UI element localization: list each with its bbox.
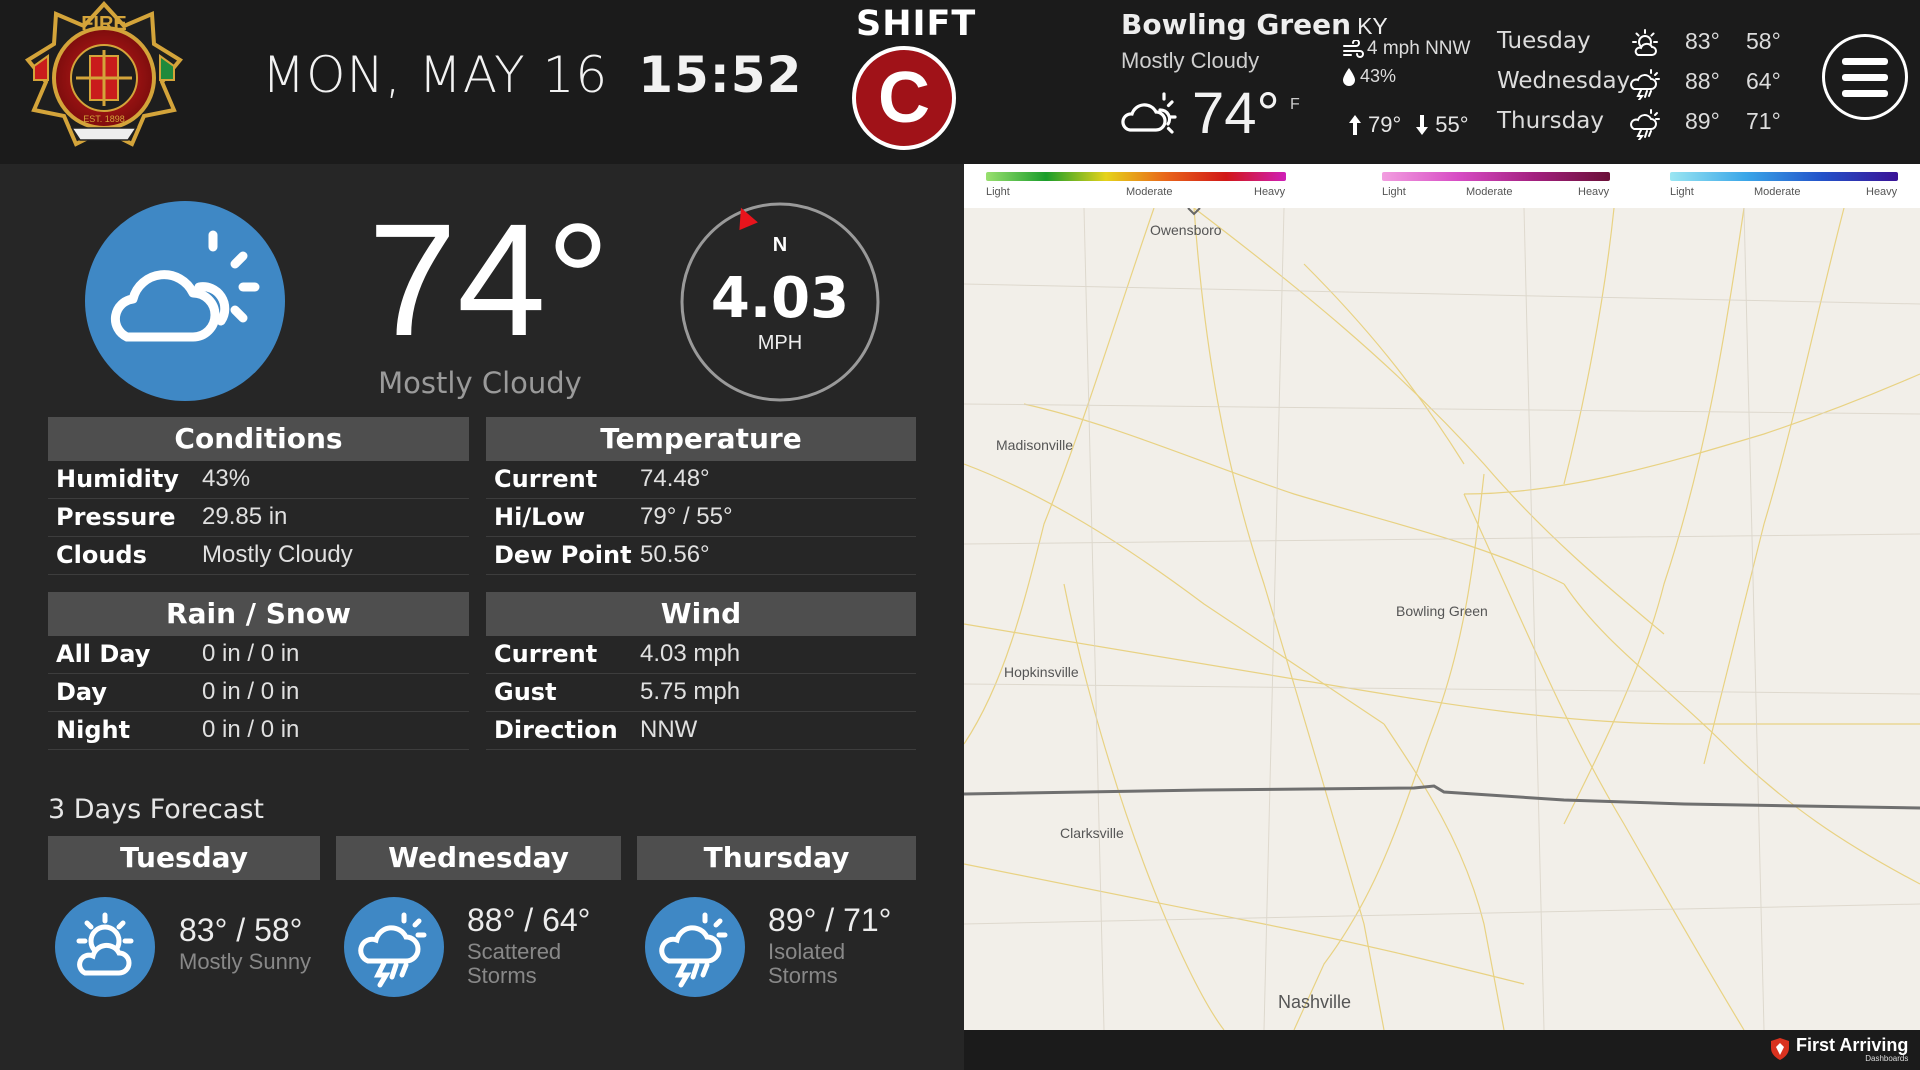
forecast-day-header: Thursday (637, 836, 916, 880)
table-row: Gust 5.75 mph (486, 674, 916, 712)
header-city: Bowling Green KY (1121, 8, 1388, 41)
date-time: MON, MAY 16 15:52 (262, 46, 802, 104)
wind-compass: N 4.03 MPH (676, 198, 884, 406)
compass-wind-speed: 4.03 (710, 266, 850, 331)
header-forecast-row: Wednesday 88° 64° (1497, 64, 1797, 104)
rain-snow-table: Rain / Snow All Day 0 in / 0 in Day 0 in /… (48, 592, 469, 750)
rain-legend: Light Moderate Heavy (986, 172, 1286, 202)
header-state: KY (1357, 13, 1388, 39)
table-row: Clouds Mostly Cloudy (48, 537, 469, 575)
forecast-temp: 89° / 71° (768, 902, 892, 938)
hamburger-menu-button[interactable] (1822, 34, 1908, 120)
header-forecast-row: Tuesday 83° 58° (1497, 24, 1797, 64)
table-row: Dew Point 50.56° (486, 537, 916, 575)
map-city-label: Hopkinsville (1004, 664, 1079, 680)
current-condition-text: Mostly Cloudy (378, 366, 582, 400)
conditions-table: Conditions Humidity 43% Pressure 29.85 in … (48, 417, 469, 575)
header-low: 55° (1435, 112, 1469, 137)
table-header: Rain / Snow (48, 592, 469, 636)
map-city-label: Bowling Green (1396, 603, 1488, 619)
table-header: Conditions (48, 417, 469, 461)
compass-wind-unit: MPH (757, 332, 803, 354)
table-row: Hi/Low 79° / 55° (486, 499, 916, 537)
forecast-condition: Scattered Storms (467, 939, 562, 988)
road-network (964, 207, 1920, 1030)
current-time: 15:52 (638, 46, 803, 104)
shift-label: SHIFT (856, 4, 977, 44)
header-temperature: 74° (1192, 81, 1280, 146)
forecast-title: 3 Days Forecast (48, 794, 264, 825)
arrow-up-icon (1349, 115, 1361, 135)
top-bar: FIRE EST. 1898 MON, MAY 16 15:52 SHIFT C … (0, 0, 1920, 164)
forecast-condition: Mostly Sunny (179, 949, 312, 974)
forecast-temp: 88° / 64° (467, 902, 591, 938)
current-temperature: 74° (368, 190, 610, 369)
svg-text:EST. 1898: EST. 1898 (83, 114, 125, 124)
first-arriving-brand: First Arriving Dashboards (1770, 1034, 1908, 1064)
table-row: All Day 0 in / 0 in (48, 636, 469, 674)
snow-legend: Light Moderate Heavy (1670, 172, 1898, 202)
header-high: 79° (1368, 112, 1402, 137)
table-header: Temperature (486, 417, 916, 461)
mix-legend: Light Moderate Heavy (1382, 172, 1610, 202)
wind-table: Wind Current 4.03 mph Gust 5.75 mph Direct… (486, 592, 916, 750)
radar-legend: Light Moderate Heavy Light Moderate Heav… (964, 164, 1920, 208)
droplet-icon (1343, 67, 1355, 86)
table-row: Day 0 in / 0 in (48, 674, 469, 712)
table-row: Current 4.03 mph (486, 636, 916, 674)
header-high-low: 79° 55° (1348, 112, 1469, 138)
storm-icon (1630, 69, 1660, 100)
forecast-day-header: Wednesday (336, 836, 621, 880)
header-condition: Mostly Cloudy (1121, 48, 1260, 73)
header-forecast-row: Thursday 89° 71° (1497, 104, 1797, 144)
map-city-label: Madisonville (996, 437, 1074, 453)
forecast-temp: 83° / 58° (179, 912, 303, 948)
temperature-table: Temperature Current 74.48° Hi/Low 79° / 55… (486, 417, 916, 575)
forecast-icon-badge (55, 897, 155, 997)
forecast-day-header: Tuesday (48, 836, 320, 880)
map-city-label: Clarksville (1060, 825, 1124, 841)
table-row: Direction NNW (486, 712, 916, 750)
radar-map[interactable]: Light Moderate Heavy Light Moderate Heav… (964, 164, 1920, 1030)
current-date: MON, MAY 16 (262, 46, 609, 104)
table-row: Humidity 43% (48, 461, 469, 499)
storm-icon (1630, 109, 1660, 140)
storm-icon (358, 912, 427, 988)
forecast-icon-badge (344, 897, 444, 997)
sun-cloud-icon (76, 912, 134, 976)
svg-text:FIRE: FIRE (81, 13, 127, 35)
wind-icon (1343, 40, 1364, 58)
table-row: Night 0 in / 0 in (48, 712, 469, 750)
sun-cloud-icon (1632, 29, 1658, 56)
shift-badge: C (852, 46, 956, 150)
table-row: Pressure 29.85 in (48, 499, 469, 537)
table-header: Wind (486, 592, 916, 636)
partly-cloudy-icon (110, 230, 260, 342)
forecast-condition: Isolated Storms (768, 939, 846, 988)
hamburger-menu-icon (1842, 57, 1888, 65)
map-city-label: Owensboro (1150, 222, 1222, 238)
storm-icon (659, 912, 728, 988)
shield-logo-icon (1771, 1038, 1789, 1060)
forecast-icon-badge (645, 897, 745, 997)
header-wind: 4 mph NNW (1342, 38, 1470, 60)
arrow-down-icon (1416, 115, 1429, 135)
header-temp-unit: F (1290, 96, 1300, 113)
map-city-label: Nashville (1278, 992, 1352, 1012)
current-weather-panel: 74° Mostly Cloudy N 4.03 MPH Conditions … (0, 164, 964, 1070)
header-humidity: 43% (1342, 66, 1396, 87)
partly-cloudy-icon (1121, 92, 1177, 134)
current-condition-badge (85, 201, 285, 401)
fire-department-logo-icon: FIRE EST. 1898 (25, 1, 183, 147)
compass-direction: N (772, 234, 788, 256)
table-row: Current 74.48° (486, 461, 916, 499)
